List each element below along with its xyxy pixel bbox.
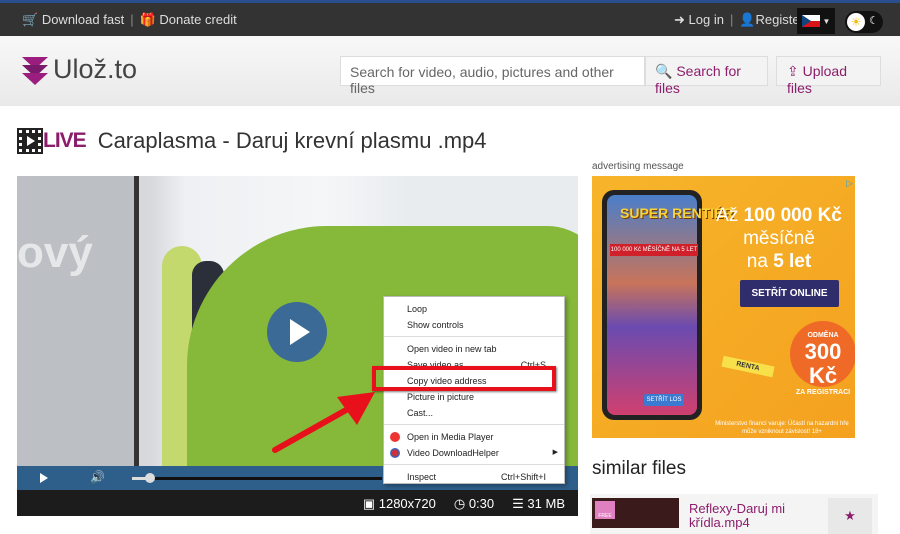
ad-headline: Až 100 000 Kč měsíčně na 5 let	[704, 204, 854, 273]
video-frame-door	[17, 176, 139, 466]
ad-headline-text: Až	[716, 205, 739, 226]
login-link[interactable]: ➜ Log in	[674, 12, 724, 28]
ad-badge-text: ODMĚNA	[807, 332, 839, 339]
file-size-value: 31 MB	[527, 496, 565, 511]
register-link[interactable]: 👤Register	[739, 12, 804, 28]
ad-headline-text: na	[746, 251, 768, 272]
menu-item-inspect[interactable]: Inspect Ctrl+Shift+I	[384, 469, 564, 485]
caret-down-icon: ▼	[822, 16, 831, 26]
menu-divider	[384, 336, 564, 337]
red-arrow-annotation	[272, 392, 375, 453]
donate-credit-link[interactable]: 🎁 Donate credit	[140, 12, 237, 28]
sun-icon: ☀	[847, 13, 865, 31]
menu-item-video-downloadhelper[interactable]: Video DownloadHelper ▶	[384, 445, 564, 461]
language-selector[interactable]: ▼	[797, 8, 835, 34]
login-label: Log in	[688, 12, 724, 27]
menu-label: Show controls	[407, 320, 464, 330]
menu-label: Open video in new tab	[407, 344, 497, 354]
download-fast-link[interactable]: 🛒 Download fast	[22, 12, 124, 28]
ad-phone-button: SETŘÍT LOS	[644, 394, 684, 406]
menu-item-cast[interactable]: Cast...	[384, 405, 564, 421]
ad-reward-badge: ODMĚNA 300 Kč ZA REGISTRACI	[790, 321, 855, 396]
ad-badge-amount: 300 Kč	[804, 339, 842, 388]
menu-label: Video DownloadHelper	[407, 448, 499, 458]
ad-label: advertising message	[592, 161, 684, 172]
ad-cta-button[interactable]: SETŘÍT ONLINE	[740, 280, 839, 307]
upload-button[interactable]: ⇪ Upload files	[776, 56, 881, 96]
file-info-bar: ▣ 1280x720 ◷ 0:30 ☰ 31 MB	[17, 490, 578, 516]
top-bar: 🛒 Download fast | 🎁 Donate credit ➜ Log …	[0, 0, 900, 36]
adchoices-icon[interactable]: ▷	[846, 178, 853, 189]
video-frame-text: ový	[17, 228, 93, 277]
upload-icon: ⇪	[787, 63, 799, 79]
search-input[interactable]: Search for video, audio, pictures and ot…	[340, 56, 645, 96]
moon-icon: ☾	[869, 15, 879, 27]
menu-item-loop[interactable]: Loop	[384, 301, 564, 317]
seek-bar[interactable]	[132, 477, 382, 480]
free-badge: FREE	[595, 501, 615, 519]
menu-label: Cast...	[407, 408, 434, 418]
menu-divider	[384, 464, 564, 465]
menu-label: Inspect	[407, 472, 437, 482]
search-icon: 🔍	[655, 63, 673, 79]
highlight-box	[372, 366, 556, 391]
search-button[interactable]: 🔍 Search for files	[645, 56, 768, 96]
menu-label: Loop	[407, 304, 428, 314]
theme-toggle[interactable]: ☀ ☾	[845, 11, 883, 33]
file-title-bar: LIVE Caraplasma - Daruj krevní plasmu .m…	[17, 128, 487, 154]
separator: |	[729, 12, 734, 27]
favorite-star-icon[interactable]: ★	[828, 498, 872, 534]
downloadhelper-icon	[390, 448, 400, 458]
donate-credit-label: Donate credit	[159, 12, 237, 27]
play-overlay-button[interactable]	[267, 302, 327, 362]
duration: ◷ 0:30	[454, 496, 494, 516]
menu-item-show-controls[interactable]: Show controls	[384, 317, 564, 333]
ad-headline-text: měsíčně	[743, 228, 815, 249]
logo-text: Ulož.to	[53, 54, 138, 84]
live-badge: LIVE	[17, 128, 87, 154]
separator: |	[130, 12, 134, 27]
resolution-value: 1280x720	[378, 496, 436, 511]
play-icon[interactable]	[40, 473, 48, 483]
download-fast-label: Download fast	[41, 12, 125, 27]
czech-flag-icon	[801, 15, 820, 27]
logo-chevron-icon	[22, 56, 49, 85]
menu-item-open-new-tab[interactable]: Open video in new tab	[384, 341, 564, 357]
menu-item-picture-in-picture[interactable]: Picture in picture	[384, 389, 564, 405]
ad-warning: Ministerstvo financí varuje: Účastí na h…	[715, 421, 849, 435]
menu-divider	[384, 424, 564, 425]
ad-badge-text: ZA REGISTRACI	[795, 389, 851, 396]
logo[interactable]: Ulož.to	[22, 54, 137, 85]
ad-phone-image	[602, 190, 702, 420]
live-label: LIVE	[43, 129, 87, 152]
media-player-icon	[390, 432, 400, 442]
header: Ulož.to Search for video, audio, picture…	[0, 36, 900, 106]
file-size: ☰ 31 MB	[512, 496, 565, 516]
menu-label: Open in Media Player	[407, 432, 494, 442]
ad-band: 100 000 Kč MĚSÍČNĚ NA 5 LET	[610, 244, 698, 256]
similar-files-heading: similar files	[592, 458, 686, 479]
menu-shortcut: Ctrl+Shift+I	[500, 472, 546, 482]
volume-icon[interactable]: 🔊	[90, 470, 105, 484]
menu-item-open-media-player[interactable]: Open in Media Player	[384, 429, 564, 445]
page-title: Caraplasma - Daruj krevní plasmu .mp4	[97, 128, 487, 153]
ad-card-label: RENTA	[721, 355, 775, 378]
image-icon: ▣	[362, 496, 376, 511]
ad-headline-period: 5 let	[773, 251, 812, 272]
clock-icon: ◷	[453, 496, 466, 511]
resolution: ▣ 1280x720	[363, 496, 436, 516]
database-icon: ☰	[512, 496, 524, 511]
seek-handle[interactable]	[145, 473, 155, 483]
duration-value: 0:30	[468, 496, 495, 511]
advertisement[interactable]: SUPER RENTIÉR 100 000 Kč MĚSÍČNĚ NA 5 LE…	[592, 176, 855, 438]
film-icon	[17, 128, 43, 154]
menu-label: Picture in picture	[407, 392, 475, 402]
ad-headline-amount: 100 000 Kč	[743, 205, 842, 226]
submenu-arrow-icon: ▶	[552, 449, 558, 456]
similar-file-item[interactable]: FREE Reflexy-Daruj mi křídla.mp4 ★	[590, 494, 878, 534]
